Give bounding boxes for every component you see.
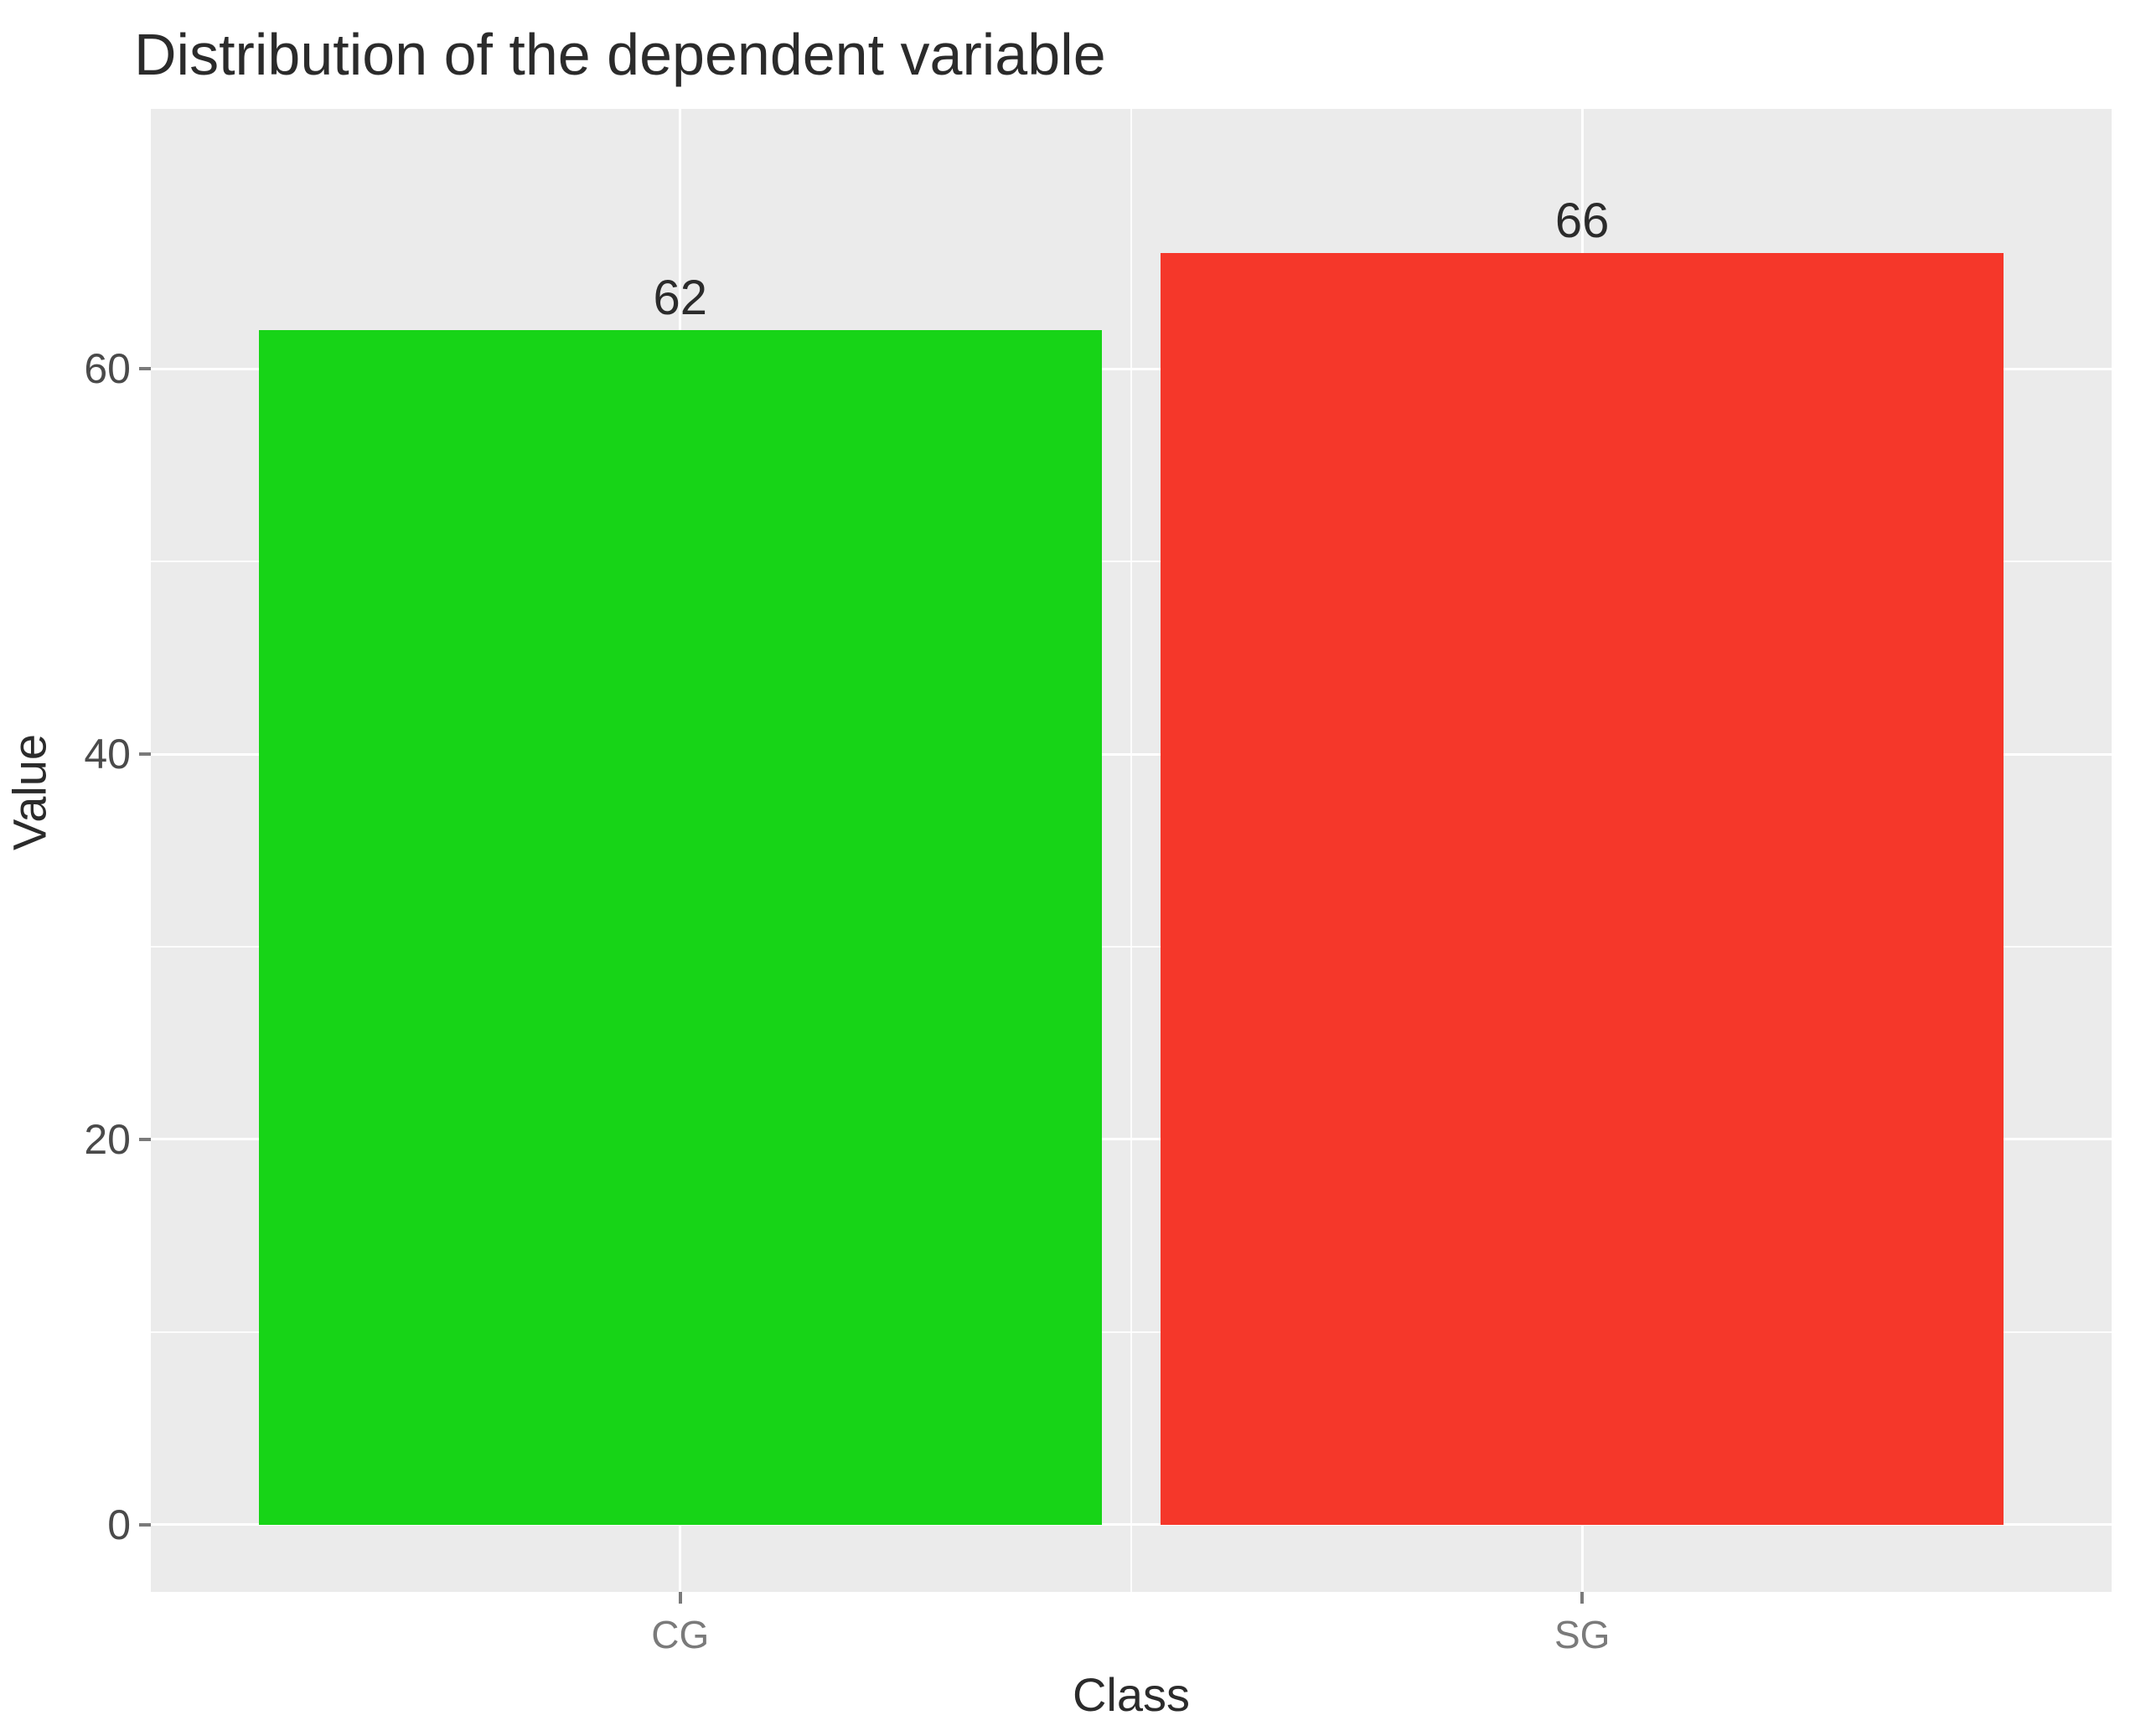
bar-sg <box>1161 253 2004 1524</box>
plot-panel: 020406062CG66SG <box>151 109 2112 1592</box>
y-tick-mark <box>139 1523 151 1527</box>
x-tick-label: CG <box>651 1612 709 1657</box>
chart-title: Distribution of the dependent variable <box>134 21 1106 88</box>
x-axis-title: Class <box>1073 1667 1190 1722</box>
bar-label: 62 <box>654 270 708 326</box>
y-tick-mark <box>139 367 151 370</box>
y-axis-title: Value <box>3 734 57 850</box>
gridline-minor-x <box>1130 109 1132 1592</box>
x-tick-mark <box>1580 1592 1584 1604</box>
y-tick-mark <box>139 1138 151 1141</box>
bar-label: 66 <box>1555 193 1610 249</box>
chart-container: Distribution of the dependent variable V… <box>0 0 2151 1736</box>
y-tick-mark <box>139 752 151 756</box>
x-tick-mark <box>679 1592 682 1604</box>
bar-cg <box>259 330 1102 1524</box>
x-tick-label: SG <box>1554 1612 1610 1657</box>
